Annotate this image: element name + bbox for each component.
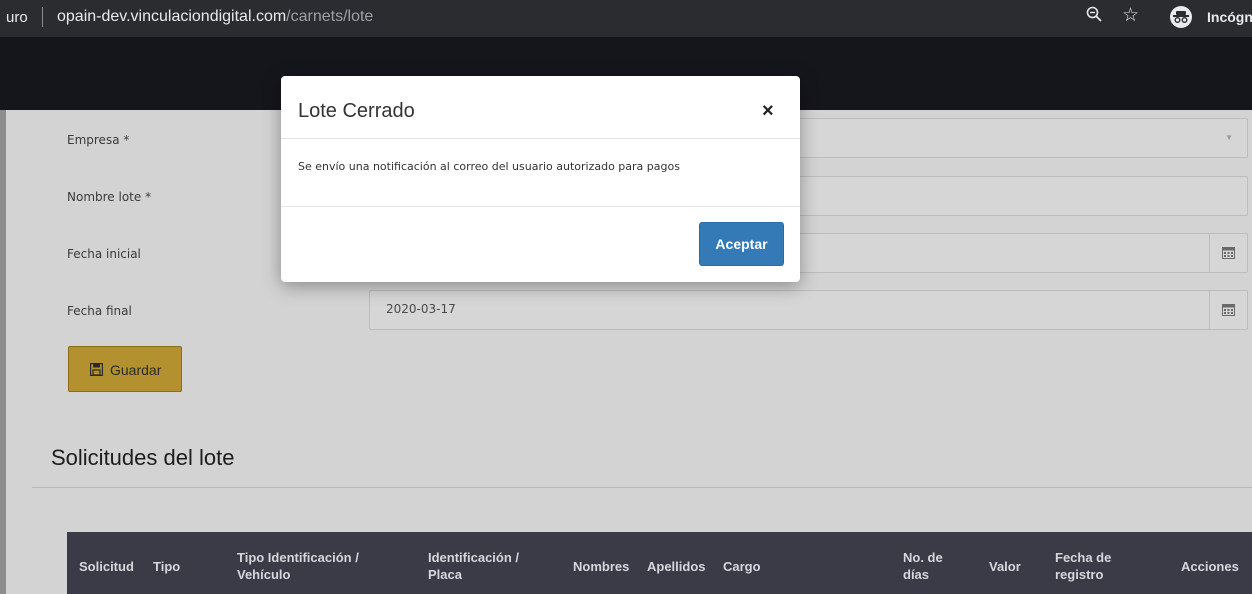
modal-footer-divider	[281, 206, 800, 207]
section-title: Solicitudes del lote	[51, 445, 235, 470]
address-bar[interactable]: opain-dev.vinculaciondigital.com/carnets…	[57, 8, 373, 26]
th-apellidos: Apellidos	[647, 559, 706, 574]
incognito-icon[interactable]	[1170, 6, 1192, 28]
chevron-down-icon: ▼	[1225, 133, 1233, 142]
modal-header-divider	[281, 138, 800, 139]
fecha-inicial-label: Fecha inicial	[67, 247, 141, 261]
url-prefix: uro	[6, 9, 28, 26]
guardar-button[interactable]: Guardar	[68, 346, 182, 392]
zoom-icon[interactable]	[1086, 6, 1102, 27]
fecha-final-value: 2020-03-17	[386, 302, 456, 316]
fecha-final-label: Fecha final	[67, 304, 132, 318]
th-tipo-identificacion: Tipo Identificación /	[237, 550, 359, 565]
close-icon[interactable]: ×	[762, 100, 774, 123]
th-registro: registro	[1055, 567, 1104, 582]
divider	[32, 487, 1252, 488]
url-path: /carnets/lote	[286, 8, 374, 25]
calendar-icon[interactable]	[1209, 234, 1247, 272]
calendar-icon[interactable]	[1209, 291, 1247, 329]
url-separator	[42, 7, 43, 27]
th-dias: días	[903, 567, 930, 582]
th-solicitud: Solicitud	[79, 559, 134, 574]
lote-cerrado-modal: Lote Cerrado × Se envío una notificación…	[281, 76, 800, 282]
th-valor: Valor	[989, 559, 1021, 574]
th-cargo: Cargo	[723, 559, 761, 574]
modal-title: Lote Cerrado	[298, 100, 415, 122]
fecha-final-input[interactable]: 2020-03-17	[369, 290, 1248, 330]
th-nombres: Nombres	[573, 559, 630, 574]
th-no-de: No. de	[903, 550, 943, 565]
th-acciones: Acciones	[1181, 559, 1239, 574]
aceptar-button[interactable]: Aceptar	[699, 222, 784, 266]
th-vehiculo: Vehículo	[237, 567, 291, 582]
th-placa: Placa	[428, 567, 462, 582]
aceptar-label: Aceptar	[715, 236, 768, 252]
url-host: opain-dev.vinculaciondigital.com	[57, 8, 287, 25]
star-icon[interactable]: ☆	[1122, 4, 1139, 27]
browser-toolbar: uro opain-dev.vinculaciondigital.com/car…	[0, 0, 1252, 37]
th-fecha-de: Fecha de	[1055, 550, 1112, 565]
th-identificacion: Identificación /	[428, 550, 520, 565]
modal-message: Se envío una notificación al correo del …	[298, 160, 680, 173]
th-tipo: Tipo	[153, 559, 181, 574]
save-icon	[90, 363, 103, 376]
empresa-label: Empresa *	[67, 133, 130, 147]
incognito-label: Incógn	[1207, 9, 1252, 25]
guardar-label: Guardar	[110, 362, 162, 378]
nombre-lote-label: Nombre lote *	[67, 190, 152, 204]
